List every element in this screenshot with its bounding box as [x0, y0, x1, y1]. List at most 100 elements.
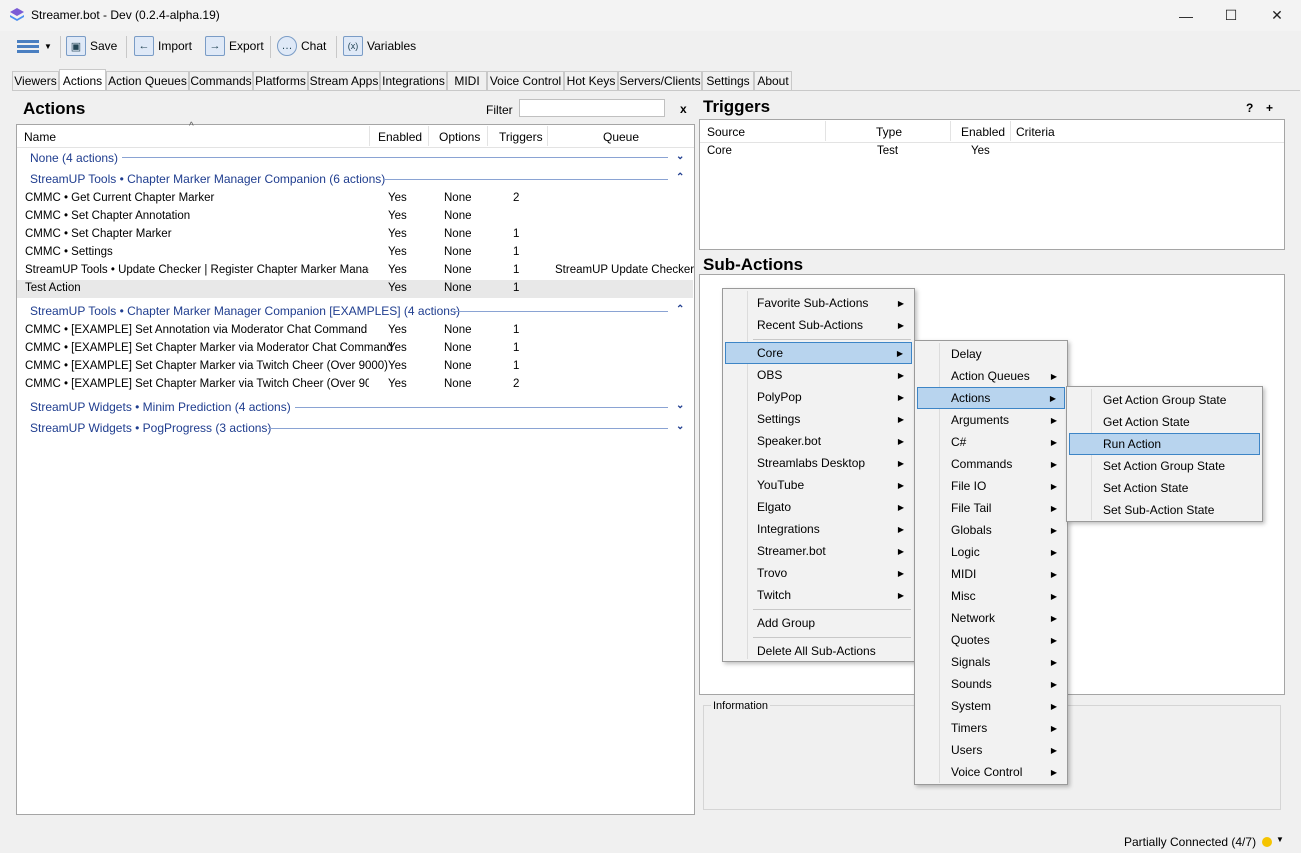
filter-input[interactable] [519, 99, 665, 117]
menu-item-speakerbot[interactable]: Speaker.bot ▶ [725, 430, 912, 452]
menu-item-action-queues[interactable]: Action Queues ▶ [917, 365, 1065, 387]
column-triggers[interactable]: Triggers [499, 130, 543, 144]
group-header[interactable]: StreamUP Widgets • PogProgress (3 action… [30, 421, 271, 435]
chevron-down-icon[interactable]: ⌄ [676, 421, 684, 432]
save-button[interactable]: ▣ Save [66, 34, 117, 58]
tab-servers-clients[interactable]: Servers/Clients [618, 71, 702, 90]
add-trigger-button[interactable]: + [1266, 101, 1273, 115]
connection-status-indicator[interactable] [1262, 837, 1272, 847]
chevron-down-icon[interactable]: ⌄ [676, 400, 684, 411]
row-options: None [444, 228, 472, 240]
menu-item-trovo[interactable]: Trovo ▶ [725, 562, 912, 584]
row-enabled: Yes [388, 378, 407, 390]
chevron-up-icon[interactable]: ⌃ [676, 304, 684, 315]
menu-item-system[interactable]: System ▶ [917, 695, 1065, 717]
column-type[interactable]: Type [876, 125, 902, 139]
menu-item-settings[interactable]: Settings ▶ [725, 408, 912, 430]
menu-item-commands[interactable]: Commands ▶ [917, 453, 1065, 475]
trigger-type: Test [877, 145, 899, 157]
export-button[interactable]: → Export [205, 34, 264, 58]
menu-item-file-tail[interactable]: File Tail ▶ [917, 497, 1065, 519]
close-button[interactable]: ✕ [1254, 0, 1300, 31]
toolbar-separator [60, 36, 61, 58]
column-divider [369, 126, 370, 146]
import-button[interactable]: ← Import [134, 34, 192, 58]
menu-item-timers[interactable]: Timers ▶ [917, 717, 1065, 739]
column-enabled[interactable]: Enabled [961, 125, 1005, 139]
row-triggers: 1 [513, 264, 520, 276]
menu-item-users[interactable]: Users ▶ [917, 739, 1065, 761]
row-triggers: 1 [513, 246, 520, 258]
column-options[interactable]: Options [439, 130, 480, 144]
menu-item-globals[interactable]: Globals ▶ [917, 519, 1065, 541]
menu-item-network[interactable]: Network ▶ [917, 607, 1065, 629]
menu-item-delay[interactable]: Delay [917, 343, 1065, 365]
menu-item-misc[interactable]: Misc ▶ [917, 585, 1065, 607]
tab-midi[interactable]: MIDI [447, 71, 487, 90]
help-button[interactable]: ? [1246, 101, 1253, 115]
menu-item-get-action-state[interactable]: Get Action State [1069, 411, 1260, 433]
row-triggers: 2 [513, 192, 520, 204]
tab-viewers[interactable]: Viewers [12, 71, 59, 90]
menu-item-recent-sub-actions[interactable]: Recent Sub-Actions ▶ [725, 314, 912, 336]
group-header[interactable]: None (4 actions) [30, 151, 118, 165]
menu-item-get-action-group-state[interactable]: Get Action Group State [1069, 389, 1260, 411]
menu-item-actions[interactable]: Actions ▶ [917, 387, 1065, 409]
clear-filter-button[interactable]: x [680, 102, 687, 116]
tab-settings[interactable]: Settings [702, 71, 754, 90]
main-menu-button[interactable]: ▼ [16, 34, 52, 58]
column-criteria[interactable]: Criteria [1016, 125, 1055, 139]
tab-voice-control[interactable]: Voice Control [487, 71, 564, 90]
menu-item-csharp[interactable]: C# ▶ [917, 431, 1065, 453]
menu-item-core[interactable]: Core ▶ [725, 342, 912, 364]
menu-item-set-sub-action-state[interactable]: Set Sub-Action State [1069, 499, 1260, 521]
chevron-down-icon[interactable]: ⌄ [676, 151, 684, 162]
menu-item-streamlabs-desktop[interactable]: Streamlabs Desktop ▶ [725, 452, 912, 474]
tab-action-queues[interactable]: Action Queues [106, 71, 189, 90]
variables-button[interactable]: (x) Variables [343, 34, 416, 58]
menu-item-streamerbot[interactable]: Streamer.bot ▶ [725, 540, 912, 562]
column-queue[interactable]: Queue [603, 130, 639, 144]
group-header[interactable]: StreamUP Tools • Chapter Marker Manager … [30, 172, 385, 186]
menu-item-signals[interactable]: Signals ▶ [917, 651, 1065, 673]
menu-item-add-group[interactable]: Add Group [725, 612, 912, 634]
menu-item-run-action[interactable]: Run Action [1069, 433, 1260, 455]
maximize-button[interactable]: ☐ [1208, 0, 1254, 31]
tab-platforms[interactable]: Platforms [253, 71, 308, 90]
group-header[interactable]: StreamUP Tools • Chapter Marker Manager … [30, 304, 460, 318]
streamerbot-logo-icon [10, 8, 24, 21]
menu-item-arguments[interactable]: Arguments ▶ [917, 409, 1065, 431]
tab-stream-apps[interactable]: Stream Apps [308, 71, 380, 90]
chevron-down-icon[interactable]: ▼ [1276, 835, 1284, 844]
menu-item-youtube[interactable]: YouTube ▶ [725, 474, 912, 496]
tab-integrations[interactable]: Integrations [380, 71, 447, 90]
menu-item-file-io[interactable]: File IO ▶ [917, 475, 1065, 497]
menu-item-twitch[interactable]: Twitch ▶ [725, 584, 912, 606]
column-enabled[interactable]: Enabled [378, 130, 422, 144]
menu-item-obs[interactable]: OBS ▶ [725, 364, 912, 386]
tab-hot-keys[interactable]: Hot Keys [564, 71, 618, 90]
menu-item-favorite-sub-actions[interactable]: Favorite Sub-Actions ▶ [725, 292, 912, 314]
chevron-up-icon[interactable]: ⌃ [676, 172, 684, 183]
column-source[interactable]: Source [707, 125, 745, 139]
minimize-button[interactable]: — [1163, 0, 1209, 31]
menu-item-polypop[interactable]: PolyPop ▶ [725, 386, 912, 408]
menu-item-logic[interactable]: Logic ▶ [917, 541, 1065, 563]
menu-item-midi[interactable]: MIDI ▶ [917, 563, 1065, 585]
menu-item-voice-control[interactable]: Voice Control ▶ [917, 761, 1065, 783]
chat-button[interactable]: … Chat [277, 34, 326, 58]
menu-item-set-action-group-state[interactable]: Set Action Group State [1069, 455, 1260, 477]
menu-item-delete-all-sub-actions[interactable]: Delete All Sub-Actions [725, 640, 912, 662]
row-triggers: 1 [513, 282, 520, 294]
menu-item-quotes[interactable]: Quotes ▶ [917, 629, 1065, 651]
information-label: Information [711, 700, 771, 712]
menu-item-sounds[interactable]: Sounds ▶ [917, 673, 1065, 695]
tab-actions[interactable]: Actions [59, 69, 106, 91]
menu-item-set-action-state[interactable]: Set Action State [1069, 477, 1260, 499]
column-name[interactable]: Name [24, 130, 56, 144]
menu-item-integrations[interactable]: Integrations ▶ [725, 518, 912, 540]
tab-about[interactable]: About [754, 71, 792, 90]
group-header[interactable]: StreamUP Widgets • Minim Prediction (4 a… [30, 400, 291, 414]
menu-item-elgato[interactable]: Elgato ▶ [725, 496, 912, 518]
tab-commands[interactable]: Commands [189, 71, 253, 90]
